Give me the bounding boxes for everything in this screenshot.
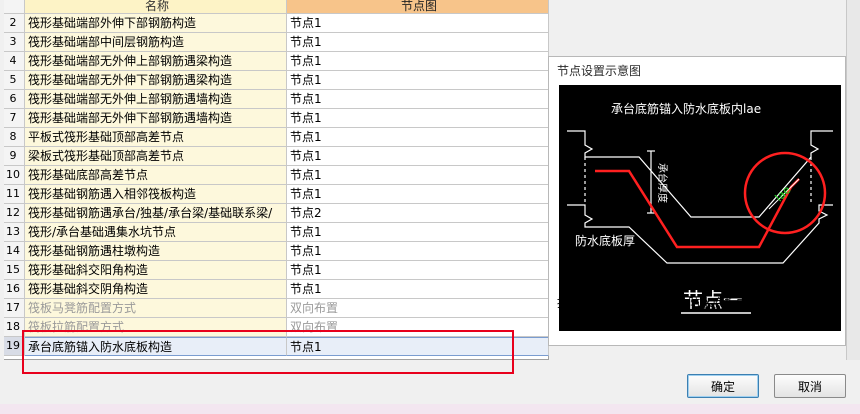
row-node[interactable]: 节点1 [287,52,549,71]
bottom-strip [0,404,860,414]
row-node[interactable]: 节点1 [287,185,549,204]
row-index: 11 [4,185,25,204]
table-row[interactable]: 16 筏形基础斜交阴角构造 节点1 [4,280,549,299]
row-index: 17 [4,299,25,318]
row-name: 筏形基础端部中间层钢筋构造 [25,33,287,52]
row-node[interactable]: 节点1 [287,166,549,185]
table-row[interactable]: 3 筏形基础端部中间层钢筋构造 节点1 [4,33,549,52]
table-row[interactable]: 5 筏形基础端部无外伸下部钢筋遇梁构造 节点1 [4,71,549,90]
row-node[interactable]: 节点1 [287,242,549,261]
table-row[interactable]: 6 筏形基础端部无外伸上部钢筋遇墙构造 节点1 [4,90,549,109]
table-row[interactable]: 9 梁板式筏形基础顶部高差节点 节点1 [4,147,549,166]
header-node[interactable]: 节点图 [287,0,549,14]
table-row[interactable]: 7 筏形基础端部无外伸下部钢筋遇墙构造 节点1 [4,109,549,128]
row-node[interactable]: 节点1 [287,33,549,52]
row-name: 承台底筋锚入防水底板构造 [25,337,287,356]
row-index: 12 [4,204,25,223]
row-node[interactable]: 节点1 [287,223,549,242]
diagram-side-label: 承台厚度 [656,163,669,203]
hint-text: 承台底筋锚入防水底板内lae [616,296,770,310]
row-name: 筏形/承台基础遇集水坑节点 [25,223,287,242]
table-row[interactable]: 13 筏形/承台基础遇集水坑节点 节点1 [4,223,549,242]
row-node[interactable]: 双向布置 [287,299,549,318]
row-node[interactable]: 节点1 [287,261,549,280]
row-index: 9 [4,147,25,166]
row-node[interactable]: 节点1 [287,280,549,299]
row-index: 16 [4,280,25,299]
row-name: 平板式筏形基础顶部高差节点 [25,128,287,147]
row-name: 筏形基础钢筋遇入相邻筏板构造 [25,185,287,204]
diagram-left-label: 防水底板厚 [575,233,635,248]
row-index: 7 [4,109,25,128]
table-row[interactable]: 18 筏板拉筋配置方式 双向布置 [4,318,549,337]
cancel-button[interactable]: 取消 [774,374,846,398]
row-name: 筏板马凳筋配置方式 [25,299,287,318]
table-row[interactable]: 10 筏形基础底部高差节点 节点1 [4,166,549,185]
panel-title: 节点设置示意图 [557,64,642,78]
row-name: 梁板式筏形基础顶部高差节点 [25,147,287,166]
row-index: 8 [4,128,25,147]
table-row[interactable]: 17 筏板马凳筋配置方式 双向布置 [4,299,549,318]
table-row[interactable]: 19 承台底筋锚入防水底板构造 节点1 [4,337,549,356]
row-node[interactable]: 节点1 [287,90,549,109]
row-name: 筏形基础端部外伸下部钢筋构造 [25,14,287,33]
table-row[interactable]: 2 筏形基础端部外伸下部钢筋构造 节点1 [4,14,549,33]
hint-label: 提示信息: [557,296,610,310]
scrollbar[interactable] [846,0,860,360]
row-index: 14 [4,242,25,261]
ok-button[interactable]: 确定 [687,374,759,398]
settings-table: 名称 节点图 2 筏形基础端部外伸下部钢筋构造 节点1 3 筏形基础端部中间层钢筋构造节… [4,0,549,374]
row-node[interactable]: 双向布置 [287,318,549,337]
row-name: 筏形基础端部无外伸上部钢筋遇梁构造 [25,52,287,71]
row-index: 19 [4,337,25,356]
header-name[interactable]: 名称 [25,0,287,14]
hint-info: 提示信息: 承台底筋锚入防水底板内lae [557,294,770,311]
row-name: 筏板拉筋配置方式 [25,318,287,337]
row-index: 2 [4,14,25,33]
row-node[interactable]: 节点1 [287,14,549,33]
row-index: 5 [4,71,25,90]
row-node[interactable]: 节点1 [287,71,549,90]
row-index: 13 [4,223,25,242]
node-preview-panel: 节点设置示意图 承台底筋锚入防水底板内lae lae 承台厚度 防水底板厚 节点… [548,56,846,346]
row-index: 10 [4,166,25,185]
row-index: 6 [4,90,25,109]
row-name: 筏形基础斜交阴角构造 [25,280,287,299]
row-name: 筏形基础端部无外伸下部钢筋遇梁构造 [25,71,287,90]
row-index: 4 [4,52,25,71]
row-name: 筏形基础钢筋遇柱墩构造 [25,242,287,261]
row-node[interactable]: 节点1 [287,337,549,356]
row-node[interactable]: 节点1 [287,109,549,128]
row-name: 筏形基础端部无外伸下部钢筋遇墙构造 [25,109,287,128]
table-row[interactable]: 12 筏形基础钢筋遇承台/独基/承台梁/基础联系梁/节点2 [4,204,549,223]
table-row[interactable]: 15 筏形基础斜交阳角构造 节点1 [4,261,549,280]
row-index: 18 [4,318,25,337]
table-row[interactable]: 8 平板式筏形基础顶部高差节点 节点1 [4,128,549,147]
table-row[interactable]: 4 筏形基础端部无外伸上部钢筋遇梁构造 节点1 [4,52,549,71]
row-node[interactable]: 节点2 [287,204,549,223]
row-index: 3 [4,33,25,52]
row-name: 筏形基础端部无外伸上部钢筋遇墙构造 [25,90,287,109]
table-row[interactable]: 14 筏形基础钢筋遇柱墩构造 节点1 [4,242,549,261]
row-name: 筏形基础底部高差节点 [25,166,287,185]
row-index: 15 [4,261,25,280]
header-index [4,0,25,14]
row-name: 筏形基础斜交阳角构造 [25,261,287,280]
row-name: 筏形基础钢筋遇承台/独基/承台梁/基础联系梁/ [25,204,287,223]
table-row[interactable]: 11 筏形基础钢筋遇入相邻筏板构造 节点1 [4,185,549,204]
row-node[interactable]: 节点1 [287,128,549,147]
row-node[interactable]: 节点1 [287,147,549,166]
diagram-top-label: 承台底筋锚入防水底板内lae [611,101,761,116]
